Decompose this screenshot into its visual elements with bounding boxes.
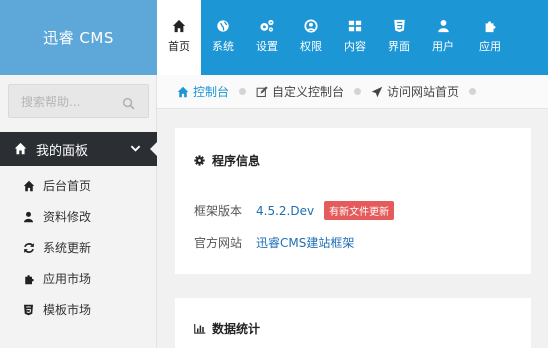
gear-icon — [194, 154, 206, 167]
nav-item-settings[interactable]: 设置 — [245, 0, 289, 75]
card-title-text: 数据统计 — [212, 322, 261, 336]
breadcrumb-separator — [469, 88, 477, 95]
website-row: 官方网站 迅睿CMS建站框架 — [194, 234, 354, 251]
puzzle-icon — [22, 272, 35, 285]
sidebar-item-update[interactable]: 系统更新 — [0, 232, 157, 263]
breadcrumb-label: 访问网站首页 — [387, 85, 460, 99]
bar-chart-icon — [194, 323, 206, 335]
breadcrumb-custom-console[interactable]: 自定义控制台 — [256, 83, 344, 100]
sidebar-item-dashboard[interactable]: 后台首页 — [0, 170, 157, 201]
nav-label: 用户 — [432, 40, 454, 53]
home-icon — [14, 142, 28, 156]
html5-icon — [391, 18, 407, 34]
nav-item-content[interactable]: 内容 — [333, 0, 377, 75]
breadcrumb-console[interactable]: 控制台 — [177, 83, 229, 100]
sidebar-item-app-market[interactable]: 应用市场 — [0, 263, 157, 294]
puzzle-icon — [482, 18, 498, 34]
send-icon — [371, 86, 383, 98]
program-info-card: 程序信息 框架版本 4.5.2.Dev 有新文件更新 官方网站 迅睿CMS建站框… — [175, 128, 531, 274]
chevron-down-icon — [130, 143, 141, 154]
logo-text: 迅睿 CMS — [43, 29, 114, 47]
sidebar: 我的面板 后台首页 资料修改 系统更新 — [0, 75, 158, 348]
sidebar-item-label: 模板市场 — [43, 303, 92, 317]
html5-icon — [22, 303, 35, 316]
top-navigation: 首页 系统 设置 权限 内容 界面 用户 应用 — [157, 0, 548, 75]
search-box — [8, 84, 149, 118]
card-title: 程序信息 — [194, 152, 260, 169]
update-badge[interactable]: 有新文件更新 — [324, 201, 395, 220]
home-icon — [171, 18, 187, 34]
edit-icon — [256, 85, 268, 98]
nav-item-permissions[interactable]: 权限 — [289, 0, 333, 75]
stats-card: 数据统计 — [175, 298, 531, 348]
sidebar-item-label: 资料修改 — [43, 210, 92, 224]
active-pointer — [150, 141, 158, 157]
sidebar-item-profile[interactable]: 资料修改 — [0, 201, 157, 232]
globe-icon — [215, 18, 231, 34]
cogs-icon — [259, 18, 275, 34]
sidebar-item-label: 系统更新 — [43, 241, 92, 255]
grid-icon — [347, 18, 363, 34]
breadcrumb-visit-site[interactable]: 访问网站首页 — [371, 83, 459, 100]
nav-item-apps[interactable]: 应用 — [465, 0, 515, 75]
breadcrumb-separator — [354, 88, 362, 95]
breadcrumb-label: 自定义控制台 — [272, 85, 345, 99]
nav-label: 内容 — [344, 40, 366, 53]
version-label: 框架版本 — [194, 204, 243, 218]
nav-item-system[interactable]: 系统 — [201, 0, 245, 75]
sidebar-item-label: 应用市场 — [43, 272, 92, 286]
card-title-text: 程序信息 — [212, 154, 261, 168]
panel-header[interactable]: 我的面板 — [0, 132, 158, 166]
nav-label: 系统 — [212, 40, 234, 53]
breadcrumb: 控制台 自定义控制台 访问网站首页 — [157, 75, 548, 109]
user-icon — [435, 18, 451, 34]
breadcrumb-label: 控制台 — [193, 85, 230, 99]
user-icon — [22, 210, 35, 223]
home-icon — [177, 86, 189, 98]
nav-label: 首页 — [168, 40, 190, 53]
user-circle-icon — [303, 18, 319, 34]
search-input[interactable] — [21, 92, 121, 112]
nav-item-home[interactable]: 首页 — [157, 0, 201, 75]
website-link[interactable]: 迅睿CMS建站框架 — [256, 234, 354, 251]
version-row: 框架版本 4.5.2.Dev 有新文件更新 — [194, 201, 395, 220]
website-label: 官方网站 — [194, 236, 243, 250]
search-icon[interactable] — [122, 95, 136, 110]
version-value: 4.5.2.Dev — [256, 203, 315, 218]
breadcrumb-separator — [239, 88, 247, 95]
sidebar-item-label: 后台首页 — [43, 179, 92, 193]
panel-title: 我的面板 — [36, 143, 89, 159]
app-logo[interactable]: 迅睿 CMS — [0, 0, 157, 75]
nav-item-interface[interactable]: 界面 — [377, 0, 421, 75]
card-title: 数据统计 — [194, 320, 260, 337]
nav-label: 界面 — [388, 40, 410, 53]
nav-item-users[interactable]: 用户 — [421, 0, 465, 75]
sidebar-menu: 后台首页 资料修改 系统更新 应用市场 模板市场 — [0, 170, 157, 325]
refresh-icon — [22, 241, 35, 254]
nav-label: 权限 — [300, 40, 322, 53]
nav-label: 设置 — [256, 40, 278, 53]
sidebar-item-template-market[interactable]: 模板市场 — [0, 294, 157, 325]
nav-label: 应用 — [479, 40, 501, 53]
home-icon — [22, 179, 35, 192]
